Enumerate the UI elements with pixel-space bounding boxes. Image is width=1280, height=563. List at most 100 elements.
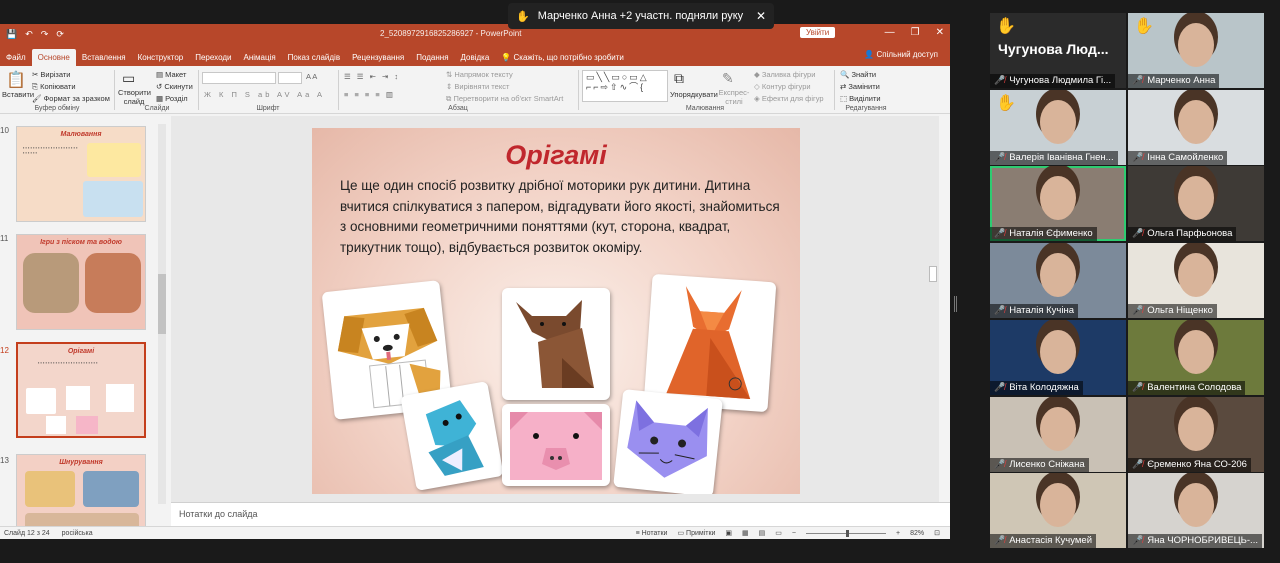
paste-button[interactable]: Вставити	[2, 90, 34, 99]
slide-thumbnail-11[interactable]: Ігри з піском та водою	[16, 234, 146, 330]
participant-tile[interactable]: 🎤̸ Віта Колодяжна	[990, 319, 1126, 395]
thumb-number: 13	[0, 456, 9, 465]
participant-tile[interactable]: 🎤̸ Ольга Ніщенко	[1128, 243, 1264, 319]
slideshow-view-icon[interactable]: ▭	[775, 529, 782, 537]
zoom-out-icon[interactable]: −	[792, 530, 796, 537]
tab-file[interactable]: Файл	[0, 49, 32, 66]
quick-styles-button[interactable]: Експрес-стилі	[718, 88, 750, 106]
normal-view-icon[interactable]: ▣	[725, 529, 732, 537]
participant-tile[interactable]: 🎤̸ Лисенко Сніжана	[990, 396, 1126, 472]
new-slide-icon[interactable]: ▭	[122, 70, 135, 87]
participant-video	[1178, 329, 1214, 374]
signin-button[interactable]: Увійти	[800, 27, 836, 38]
tab-view[interactable]: Подання	[410, 49, 454, 66]
align-text-button[interactable]: ⇕ Вирівняти текст	[446, 82, 509, 91]
raised-hand-icon: ✋	[996, 18, 1016, 35]
participant-tile[interactable]: 🎤̸ Наталія Кучіна	[990, 243, 1126, 319]
stage-scrollbar[interactable]	[929, 266, 937, 282]
tab-review[interactable]: Рецензування	[346, 49, 410, 66]
participant-tile[interactable]: Чугунова Люд... ✋ 🎤̸ Чугунова Людмила Гі...	[990, 13, 1126, 88]
shapes-gallery[interactable]: ▭╲╲▭○▭△ ⌐⌐⇨⇧∿⌒{	[582, 70, 668, 102]
shape-fill-label: Заливка фігури	[761, 70, 816, 79]
cut-button[interactable]: ✂ Вирізати	[32, 70, 70, 79]
tab-transitions[interactable]: Переходи	[189, 49, 237, 66]
zoom-slider[interactable]	[806, 529, 887, 537]
fit-slide-icon[interactable]: ⊡	[934, 529, 940, 537]
arrange-button[interactable]: Упорядкувати	[670, 90, 718, 99]
thumbnail-scrollbar[interactable]	[158, 124, 166, 504]
replace-button[interactable]: ⇄ Замінити	[840, 82, 880, 91]
font-grow-shrink-icon[interactable]: A A	[306, 72, 317, 81]
tab-design[interactable]: Конструктор	[132, 49, 190, 66]
text-direction-label: Напрямок тексту	[454, 70, 513, 79]
participant-tile[interactable]: 🎤̸ Валентина Солодова	[1128, 319, 1264, 395]
reading-view-icon[interactable]: ▤	[759, 529, 766, 537]
paste-icon[interactable]: 📋	[6, 70, 26, 90]
save-icon[interactable]: 💾	[6, 29, 17, 40]
notes-pane[interactable]: Нотатки до слайда	[171, 502, 950, 526]
tell-me-search[interactable]: 💡 Скажіть, що потрібно зробити	[495, 49, 630, 66]
scrollbar-thumb[interactable]	[158, 274, 166, 334]
font-size-dropdown[interactable]	[278, 72, 302, 84]
close-icon[interactable]: ✕	[756, 9, 766, 23]
shape-outline-button[interactable]: ◇ Контур фігури	[754, 82, 811, 91]
undo-icon[interactable]: ↶	[25, 29, 33, 40]
tab-home[interactable]: Основне	[31, 49, 76, 66]
share-button[interactable]: 👤 Спільний доступ	[864, 50, 938, 59]
slide-thumbnail-12[interactable]: Орігамі ▪ ▪ ▪ ▪ ▪ ▪ ▪ ▪ ▪ ▪ ▪ ▪ ▪ ▪ ▪ ▪ …	[16, 342, 146, 438]
repeat-icon[interactable]: ⟳	[56, 29, 64, 40]
comments-toggle[interactable]: ▭ Примітки	[677, 529, 715, 537]
participant-tile[interactable]: 🎤̸ Яна ЧОРНОБРИВЕЦЬ-...	[1128, 473, 1264, 549]
participant-tile[interactable]: ✋ 🎤̸ Марченко Анна	[1128, 13, 1264, 88]
zoom-slider-thumb[interactable]	[846, 529, 850, 537]
slide-thumbnail-10[interactable]: Малювання ▪ ▪ ▪ ▪ ▪ ▪ ▪ ▪ ▪ ▪ ▪ ▪ ▪ ▪ ▪ …	[16, 126, 146, 222]
muted-mic-icon: 🎤̸	[994, 535, 1006, 546]
zoom-in-icon[interactable]: +	[896, 530, 900, 537]
list-buttons[interactable]: ☰ ☰ ⇤ ⇥ ↕	[344, 72, 400, 81]
find-button[interactable]: 🔍 Знайти	[840, 70, 876, 79]
participant-tile[interactable]: 🎤̸ Ольга Парфьонова	[1128, 166, 1264, 242]
participant-tile[interactable]: 🎤̸ Єременко Яна СО-206	[1128, 396, 1264, 472]
slide-editing-area[interactable]: Орігамі Це ще один спосіб розвитку дрібн…	[171, 116, 939, 522]
section-button[interactable]: ▦ Розділ	[156, 94, 188, 103]
slide-title[interactable]: Орігамі	[312, 140, 800, 171]
text-direction-button[interactable]: ⇅ Напрямок тексту	[446, 70, 513, 79]
zoom-level[interactable]: 82%	[910, 530, 924, 537]
tab-help[interactable]: Довідка	[455, 49, 496, 66]
font-format-buttons[interactable]: Ж К П S ab AV Aa A	[204, 90, 325, 99]
restore-button[interactable]: ❐	[911, 27, 920, 38]
reset-button[interactable]: ↺ Скинути	[156, 82, 193, 91]
select-button[interactable]: ⬚ Виділити	[840, 94, 881, 103]
tab-insert[interactable]: Вставлення	[76, 49, 132, 66]
shape-fill-button[interactable]: ◆ Заливка фігури	[754, 70, 815, 79]
minimize-button[interactable]: —	[885, 27, 895, 38]
participant-tile[interactable]: 🎤̸ Інна Самойленко	[1128, 89, 1264, 165]
tab-animations[interactable]: Анімація	[237, 49, 281, 66]
participant-name: Віта Колодяжна	[1009, 381, 1079, 393]
sorter-view-icon[interactable]: ▦	[742, 529, 749, 537]
new-slide-button[interactable]: Створити слайд	[118, 88, 151, 106]
status-bar: Слайд 12 з 24 російська ≡ Нотатки ▭ Прим…	[0, 526, 950, 539]
participant-tile[interactable]: ✋ 🎤̸ Валерія Іванівна Гнен...	[990, 89, 1126, 165]
arrange-icon[interactable]: ⧉	[674, 70, 684, 87]
notes-toggle[interactable]: ≡ Нотатки	[636, 530, 668, 537]
align-buttons[interactable]: ≡ ≡ ≡ ≡ ▥	[344, 90, 395, 99]
close-button[interactable]: ✕	[936, 27, 944, 38]
copy-button[interactable]: ⎘ Копіювати	[32, 82, 76, 92]
quick-styles-icon[interactable]: ✎	[722, 70, 734, 87]
shape-effects-button[interactable]: ◈ Ефекти для фігур	[754, 94, 824, 103]
layout-button[interactable]: ▤ Макет	[156, 70, 186, 79]
current-slide[interactable]: Орігамі Це ще один спосіб розвитку дрібн…	[312, 128, 800, 494]
slide-body-text[interactable]: Це ще один спосіб розвитку дрібної мотор…	[340, 176, 780, 258]
font-name-dropdown[interactable]	[202, 72, 276, 84]
participant-tile[interactable]: 🎤̸ Анастасія Кучумей	[990, 473, 1126, 549]
participant-tile[interactable]: 🎤̸ Наталія Єфименко	[990, 166, 1126, 242]
participant-video	[1040, 176, 1076, 221]
panel-resize-handle[interactable]	[954, 296, 957, 312]
format-painter-button[interactable]: 🖌 Формат за зразком	[32, 94, 110, 103]
language-indicator[interactable]: російська	[62, 530, 93, 537]
ribbon-separator	[114, 70, 115, 110]
convert-smartart-button[interactable]: ⧉ Перетворити на об'єкт SmartArt	[446, 94, 563, 104]
redo-icon[interactable]: ↷	[41, 29, 49, 40]
tab-slideshow[interactable]: Показ слайдів	[282, 49, 346, 66]
